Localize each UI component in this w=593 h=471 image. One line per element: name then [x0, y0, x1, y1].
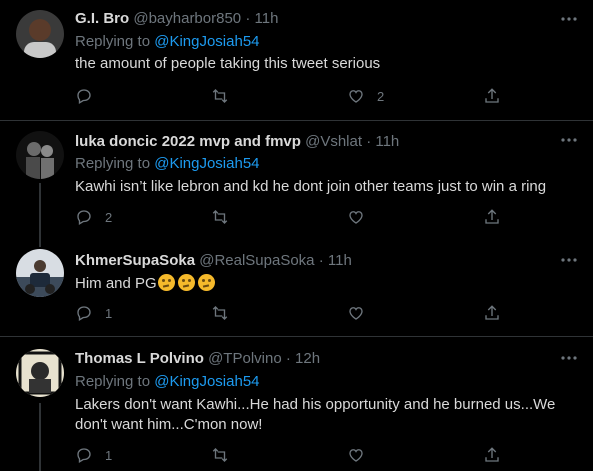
more-icon[interactable] — [559, 250, 579, 270]
display-name[interactable]: Thomas L Polvino — [75, 350, 204, 367]
like-count: 2 — [377, 88, 385, 104]
user-handle[interactable]: @TPolvino — [208, 350, 282, 367]
retweet-icon — [211, 87, 229, 105]
reply-icon — [75, 304, 93, 322]
retweet-button[interactable] — [211, 445, 241, 465]
tweet-actions: 2 — [75, 86, 515, 106]
display-name[interactable]: G.I. Bro — [75, 10, 129, 27]
replying-to-link[interactable]: @KingJosiah54 — [154, 33, 259, 50]
reply-count: 1 — [105, 447, 113, 463]
retweet-button[interactable] — [211, 207, 241, 227]
reply-count: 2 — [105, 209, 113, 225]
timestamp[interactable]: 12h — [295, 350, 320, 367]
replying-to: Replying to @KingJosiah54 — [75, 155, 260, 172]
reply-button[interactable] — [75, 86, 105, 106]
tweet-body: Him and PG — [75, 274, 575, 294]
tweet-header: KhmerSupaSoka @RealSupaSoka · 11h — [75, 252, 352, 269]
like-icon — [347, 208, 365, 226]
replying-to: Replying to @KingJosiah54 — [75, 373, 260, 390]
tweet-text: Kawhi isn’t like lebron and kd he dont j… — [75, 178, 547, 195]
avatar[interactable] — [16, 249, 64, 297]
thread-line — [39, 239, 41, 247]
share-button[interactable] — [483, 207, 501, 227]
replying-to-label: Replying to — [75, 33, 151, 50]
display-name[interactable]: luka doncic 2022 mvp and fmvp — [75, 133, 301, 150]
retweet-icon — [211, 208, 229, 226]
like-icon — [347, 87, 365, 105]
tweet-text: the amount of people taking this tweet s… — [75, 55, 381, 72]
share-button[interactable] — [483, 303, 501, 323]
separator-dot: · — [366, 133, 372, 150]
avatar[interactable] — [16, 131, 64, 179]
reply-icon — [75, 208, 93, 226]
like-button[interactable] — [347, 207, 377, 227]
avatar[interactable] — [16, 10, 64, 58]
reply-button[interactable]: 2 — [75, 207, 112, 227]
display-name[interactable]: KhmerSupaSoka — [75, 252, 195, 269]
tweet-header: Thomas L Polvino @TPolvino · 12h — [75, 350, 320, 367]
tweet-header: G.I. Bro @bayharbor850 · 11h — [75, 10, 278, 27]
thread-line — [39, 183, 41, 239]
more-icon[interactable] — [559, 9, 579, 29]
retweet-icon — [211, 446, 229, 464]
user-handle[interactable]: @bayharbor850 — [133, 10, 241, 27]
share-button[interactable] — [483, 445, 501, 465]
tweet-text: Him and PG — [75, 275, 157, 292]
replying-to-label: Replying to — [75, 155, 151, 172]
separator-dot: · — [318, 252, 324, 269]
reply-count: 1 — [105, 305, 113, 321]
reply-feed: G.I. Bro @bayharbor850 · 11h Replying to… — [0, 0, 593, 471]
replying-to-link[interactable]: @KingJosiah54 — [154, 155, 259, 172]
share-icon — [483, 304, 501, 322]
like-button[interactable] — [347, 445, 377, 465]
tweet[interactable]: luka doncic 2022 mvp and fmvp @Vshlat · … — [0, 121, 593, 239]
replying-to-label: Replying to — [75, 373, 151, 390]
avatar[interactable] — [16, 349, 64, 397]
more-icon[interactable] — [559, 130, 579, 150]
share-icon — [483, 446, 501, 464]
thinking-face-icon — [157, 274, 175, 291]
reply-button[interactable]: 1 — [75, 303, 112, 323]
tweet[interactable]: KhmerSupaSoka @RealSupaSoka · 11h Him an… — [0, 239, 593, 335]
share-button[interactable] — [483, 86, 501, 106]
retweet-button[interactable] — [211, 86, 241, 106]
replying-to-link[interactable]: @KingJosiah54 — [154, 373, 259, 390]
tweet-actions: 1 — [75, 303, 515, 323]
tweet-actions: 1 — [75, 445, 515, 465]
user-handle[interactable]: @Vshlat — [305, 133, 362, 150]
tweet[interactable]: Thomas L Polvino @TPolvino · 12h Replyin… — [0, 337, 593, 471]
share-icon — [483, 208, 501, 226]
retweet-button[interactable] — [211, 303, 241, 323]
like-icon — [347, 304, 365, 322]
user-handle[interactable]: @RealSupaSoka — [199, 252, 314, 269]
thinking-face-icon — [197, 274, 215, 291]
thinking-face-icon — [177, 274, 195, 291]
reply-icon — [75, 87, 93, 105]
more-icon[interactable] — [559, 348, 579, 368]
replying-to: Replying to @KingJosiah54 — [75, 33, 260, 50]
timestamp[interactable]: 11h — [375, 133, 399, 150]
tweet-actions: 2 — [75, 207, 515, 227]
share-icon — [483, 87, 501, 105]
timestamp[interactable]: 11h — [328, 252, 352, 269]
thread-line — [39, 403, 41, 471]
like-button[interactable] — [347, 303, 377, 323]
retweet-icon — [211, 304, 229, 322]
tweet-header: luka doncic 2022 mvp and fmvp @Vshlat · … — [75, 133, 399, 150]
timestamp[interactable]: 11h — [255, 10, 279, 27]
like-icon — [347, 446, 365, 464]
separator-dot: · — [245, 10, 251, 27]
tweet[interactable]: G.I. Bro @bayharbor850 · 11h Replying to… — [0, 0, 593, 120]
reply-button[interactable]: 1 — [75, 445, 112, 465]
like-button[interactable]: 2 — [347, 86, 384, 106]
reply-icon — [75, 446, 93, 464]
tweet-text: Lakers don't want Kawhi...He had his opp… — [75, 396, 556, 433]
separator-dot: · — [285, 350, 291, 367]
